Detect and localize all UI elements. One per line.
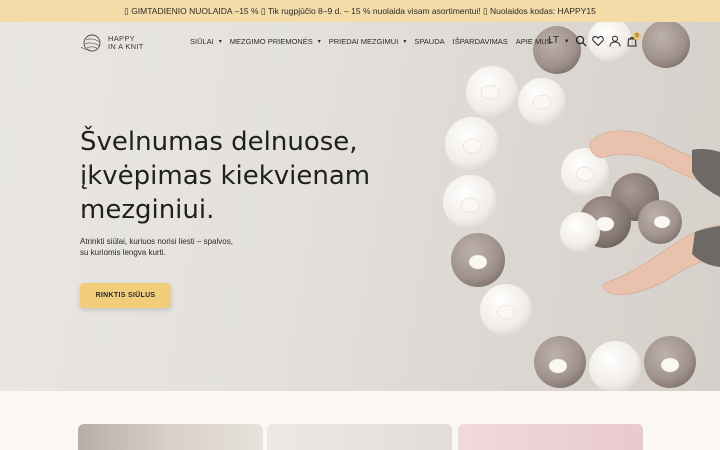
- subtitle-line-1: Atrinkti siūlai, kuriuos norisi liesti –…: [80, 237, 233, 246]
- heart-icon[interactable]: [592, 35, 604, 47]
- nav-item-mezgimo-priemones[interactable]: MEZGIMO PRIEMONĖS ▾: [230, 37, 321, 46]
- logo-text: HAPPY IN A KNIT: [108, 35, 144, 51]
- user-icon[interactable]: [609, 35, 621, 47]
- promo-bar: ▯ GIMTADIENIO NUOLAIDA –15 % ▯ Tik rugpj…: [0, 0, 720, 22]
- chevron-down-icon: ▾: [403, 39, 407, 45]
- nav-item-label: APIE MUS: [515, 37, 552, 46]
- yarn-balls-photo: [443, 22, 720, 391]
- nav-item-apie-mus[interactable]: APIE MUS: [516, 37, 552, 46]
- nav-item-ispardavimas[interactable]: IŠPARDAVIMAS: [453, 37, 508, 46]
- logo[interactable]: HAPPY IN A KNIT: [80, 31, 160, 55]
- nav-item-label: IŠPARDAVIMAS: [452, 37, 508, 46]
- search-icon[interactable]: [575, 35, 587, 47]
- chevron-down-icon: ▾: [317, 39, 321, 45]
- hero-headline: Švelnumas delnuose, įkvėpimas kiekvienam…: [80, 125, 400, 227]
- category-cards: [0, 391, 720, 450]
- nav-item-label: SIŪLAI: [190, 37, 214, 46]
- category-card-accessories[interactable]: [458, 424, 643, 450]
- nav-item-label: PRIEDAI MEZGIMUI: [328, 37, 399, 46]
- subtitle-line-2: su kuriomis lengva kurti.: [80, 248, 166, 257]
- cart-count-badge: 0: [633, 32, 641, 40]
- yarn-logo-icon: [80, 34, 101, 52]
- nav-item-siulai[interactable]: SIŪLAI ▾: [190, 37, 222, 46]
- promo-text: ▯ GIMTADIENIO NUOLAIDA –15 % ▯ Tik rugpj…: [124, 5, 596, 16]
- nav-item-spauda[interactable]: SPAUDA: [414, 37, 444, 46]
- main-nav: SIŪLAI ▾ MEZGIMO PRIEMONĖS ▾ PRIEDAI MEZ…: [190, 37, 560, 46]
- headline-line-3: mezginiui.: [80, 195, 215, 225]
- hero-subtitle: Atrinkti siūlai, kuriuos norisi liesti –…: [80, 236, 300, 258]
- category-card-yarn[interactable]: [78, 424, 263, 450]
- language-current: LT: [548, 35, 559, 46]
- logo-line-2: IN A KNIT: [108, 42, 144, 51]
- nav-item-label: SPAUDA: [414, 37, 445, 46]
- headline-line-1: Švelnumas delnuose,: [80, 127, 358, 157]
- header-icons: 0: [575, 32, 641, 47]
- chevron-down-icon: ▾: [218, 39, 222, 45]
- shop-yarn-button[interactable]: RINKTIS SIŪLUS: [80, 283, 171, 308]
- site-header: HAPPY IN A KNIT SIŪLAI ▾ MEZGIMO PRIEMON…: [0, 22, 720, 62]
- language-selector[interactable]: LT ▾: [548, 35, 568, 46]
- headline-line-2: įkvėpimas kiekvienam: [80, 161, 371, 191]
- nav-item-priedai-mezgimui[interactable]: PRIEDAI MEZGIMUI ▾: [329, 37, 407, 46]
- cart-button[interactable]: 0: [626, 32, 641, 47]
- chevron-down-icon: ▾: [564, 37, 569, 45]
- category-card-tools[interactable]: [267, 424, 452, 450]
- nav-item-label: MEZGIMO PRIEMONĖS: [229, 37, 313, 46]
